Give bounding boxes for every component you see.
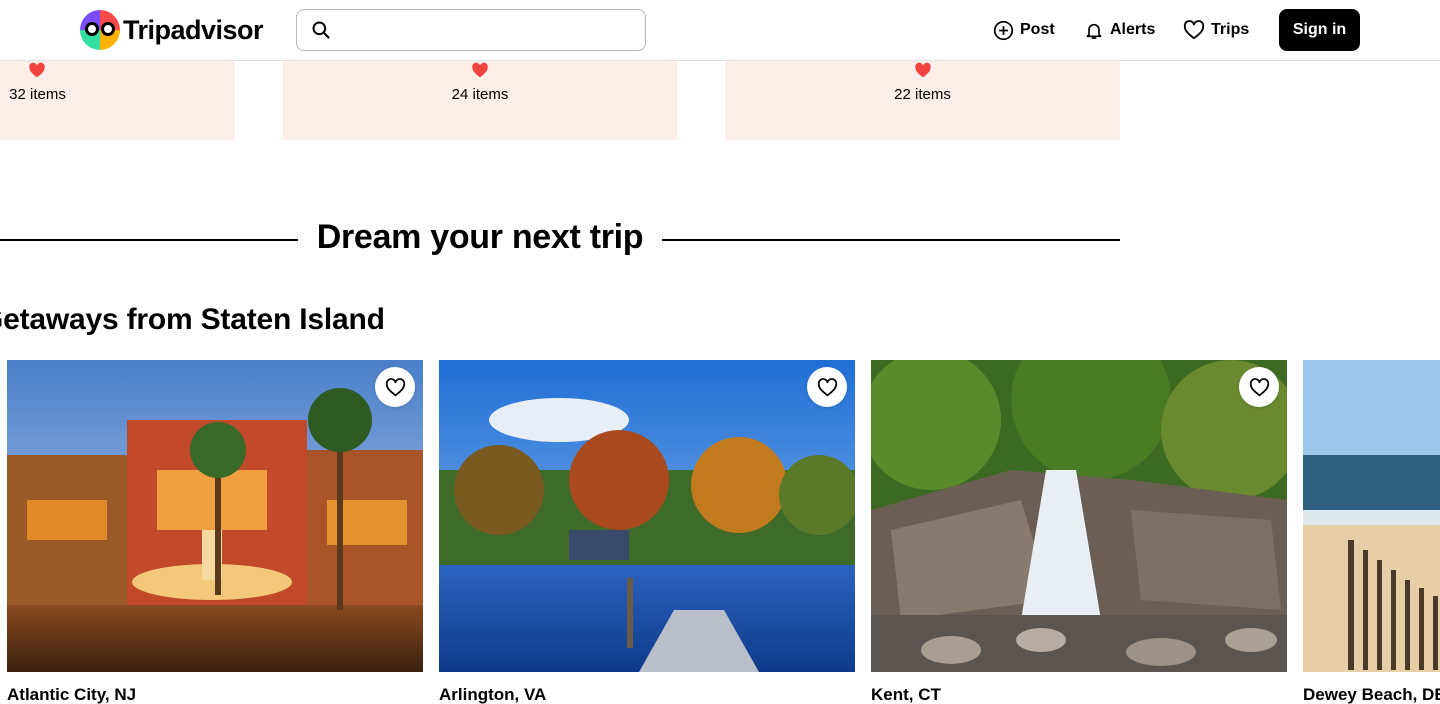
heart-outline-icon bbox=[385, 377, 405, 396]
search-bar[interactable] bbox=[296, 9, 646, 51]
divider-line-left bbox=[0, 239, 298, 241]
save-button[interactable] bbox=[807, 367, 847, 407]
brand-name: Tripadvisor bbox=[123, 14, 264, 45]
search-input[interactable] bbox=[341, 21, 631, 39]
collection-count: 24 items bbox=[451, 86, 509, 103]
nav-trips[interactable]: Trips bbox=[1183, 15, 1249, 45]
heart-outline-icon bbox=[1249, 377, 1269, 396]
heart-filled-icon bbox=[915, 62, 931, 78]
heart-filled-icon bbox=[472, 62, 488, 78]
heart-outline-icon bbox=[817, 377, 837, 396]
collection-card[interactable]: 22 items bbox=[725, 61, 1120, 140]
destination-name[interactable]: Kent, CT bbox=[871, 685, 941, 704]
divider-line-right bbox=[662, 239, 1120, 241]
collection-count: 32 items bbox=[9, 86, 66, 103]
nav-trips-label: Trips bbox=[1211, 21, 1250, 38]
save-button[interactable] bbox=[375, 367, 415, 407]
nav-post[interactable]: Post bbox=[993, 15, 1055, 45]
nav-alerts[interactable]: Alerts bbox=[1084, 15, 1155, 45]
owl-logo-icon bbox=[80, 10, 120, 50]
collection-count: 22 items bbox=[894, 86, 951, 103]
destination-image[interactable] bbox=[1303, 360, 1440, 672]
destination-image[interactable] bbox=[871, 360, 1287, 672]
dewey-beach-photo bbox=[1303, 360, 1440, 672]
arlington-lake-photo bbox=[439, 360, 855, 672]
save-button[interactable] bbox=[1239, 367, 1279, 407]
sign-in-button[interactable]: Sign in bbox=[1279, 9, 1360, 51]
heart-filled-icon bbox=[29, 62, 45, 78]
heart-outline-icon bbox=[1183, 20, 1205, 40]
atlantic-city-photo bbox=[7, 360, 423, 672]
plus-circle-icon bbox=[993, 20, 1014, 40]
destination-name[interactable]: Atlantic City, NJ bbox=[7, 685, 136, 704]
search-icon bbox=[312, 21, 330, 39]
bell-icon bbox=[1086, 23, 1102, 39]
top-header: Tripadvisor Post Alerts Trips Sign in bbox=[0, 0, 1440, 61]
destination-name[interactable]: Arlington, VA bbox=[439, 685, 546, 704]
collection-card[interactable]: 24 items bbox=[283, 61, 677, 140]
destination-card[interactable]: Dewey Beach, DE bbox=[1303, 360, 1440, 704]
destination-name[interactable]: Dewey Beach, DE bbox=[1303, 685, 1440, 704]
destination-image[interactable] bbox=[439, 360, 855, 672]
collection-card[interactable]: 32 items bbox=[0, 61, 235, 140]
tripadvisor-logo[interactable]: Tripadvisor bbox=[80, 10, 264, 50]
section-title: Getaways from Staten Island bbox=[0, 303, 385, 336]
kent-waterfall-photo bbox=[871, 360, 1287, 672]
destination-image[interactable] bbox=[7, 360, 423, 672]
dream-heading: Dream your next trip bbox=[316, 218, 644, 256]
nav-alerts-label: Alerts bbox=[1110, 21, 1156, 38]
nav-post-label: Post bbox=[1020, 21, 1055, 38]
